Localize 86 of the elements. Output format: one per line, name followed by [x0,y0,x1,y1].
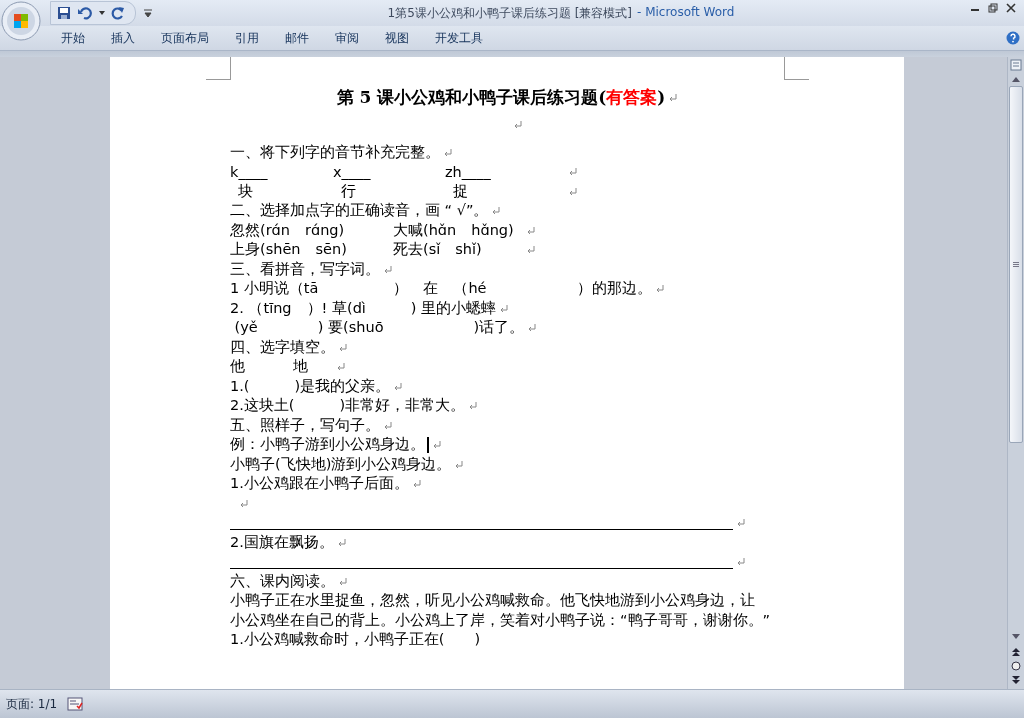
dropdown-icon[interactable] [99,11,105,15]
line-text: 三、看拼音，写字词。 [230,259,380,279]
app-name: - Microsoft Word [637,4,735,21]
paragraph-mark-icon [454,459,464,469]
paragraph-mark-icon [393,381,403,391]
line-text: 1.( )是我的父亲。 [230,376,391,396]
ribbon-tab[interactable]: 邮件 [272,26,322,50]
line-text: 二、选择加点字的正确读音，画 “ √”。 [230,201,489,221]
window-title: 1第5课小公鸡和小鸭子课后练习题 [兼容模式] [387,4,632,22]
paragraph-mark-icon [239,498,248,508]
paragraph-mark-icon [336,537,346,547]
line-text: 小鸭子正在水里捉鱼，忽然，听见小公鸡喊救命。他飞快地游到小公鸡身边，让 [230,591,755,611]
line-text: (yě ) 要(shuō )话了。 [233,318,525,338]
paragraph-mark-icon [568,167,577,177]
paragraph-mark-icon [411,479,421,489]
line-text: 2.国旗在飘扬。 [230,532,334,552]
paragraph-mark-icon [443,147,452,157]
line-text: 2. （tīng ）! 草(dì ) 里的小蟋蟀 [230,298,497,318]
line-text: 例：小鸭子游到小公鸡身边。 [230,435,425,455]
line-text: 1.小公鸡跟在小鸭子后面。 [230,474,409,494]
line-text: 块 [237,181,254,201]
paragraph-mark-icon [491,206,501,216]
line-text: zh____ [445,163,492,180]
previous-page-icon[interactable] [1011,647,1021,657]
line-text: 忽然(rɑ́n rɑ́ng) [230,220,346,240]
line-text: 小公鸡坐在自己的背上。小公鸡上了岸，笑着对小鸭子说：“鸭子哥哥，谢谢你。” [230,610,771,630]
paragraph-mark-icon [568,186,577,196]
ribbon-tab[interactable]: 引用 [222,26,272,50]
ribbon-tab[interactable]: 开始 [48,26,98,50]
line-text: 行 [340,181,357,201]
paragraph-mark-icon [526,225,535,235]
ribbon-tab[interactable]: 视图 [372,26,422,50]
line-text: 2.这块土( )非常好，非常大。 [230,396,466,416]
scroll-up-icon[interactable] [1011,75,1021,83]
paragraph-mark-icon [668,92,678,102]
crop-mark-icon [206,57,231,80]
paragraph-mark-icon [654,284,664,294]
paragraph-mark-icon [432,440,441,450]
ribbon-tab[interactable]: 插入 [98,26,148,50]
line-text: 死去(sǐ shǐ) [393,240,483,260]
line-text: 上身(shēn sēn) [230,240,348,260]
text-cursor [427,436,429,453]
page-count[interactable]: 页面: 1/1 [6,695,58,713]
line-text: x____ [333,163,372,180]
document-title: 第 5 课小公鸡和小鸭子课后练习题(有答案) [336,85,666,109]
line-text: 四、选字填空。 [230,337,335,357]
ruler-toggle-icon[interactable] [1010,59,1022,71]
line-text: 1.小公鸡喊救命时，小鸭子正在( ) [230,630,481,650]
browse-object-icon[interactable] [1011,661,1021,671]
paragraph-mark-icon [513,120,522,130]
redo-icon[interactable] [111,6,125,20]
restore-icon[interactable] [988,3,998,13]
paragraph-mark-icon [336,362,345,372]
line-text: 六、课内阅读。 [230,571,335,591]
line-text: 大喊(hɑ̌n hɑ̌ng) [393,220,515,240]
ribbon-tab[interactable]: 页面布局 [148,26,222,50]
paragraph-mark-icon [468,401,478,411]
next-page-icon[interactable] [1011,675,1021,685]
save-icon[interactable] [57,6,71,20]
crop-mark-icon [784,57,809,80]
line-text: k____ [230,163,269,180]
paragraph-mark-icon [383,264,392,274]
line-text: 小鸭子(飞快地)游到小公鸡身边。 [230,454,452,474]
scroll-thumb[interactable] [1009,86,1023,443]
paragraph-mark-icon [383,420,392,430]
paragraph-mark-icon [527,323,537,333]
line-text: 一、将下列字的音节补充完整。 [230,142,440,162]
ribbon-tab[interactable]: 审阅 [322,26,372,50]
undo-icon[interactable] [77,6,93,20]
ribbon-tab[interactable]: 开发工具 [422,26,496,50]
line-text: 他 [230,357,246,377]
close-icon[interactable] [1006,3,1016,13]
paragraph-mark-icon [338,342,347,352]
help-icon[interactable] [1006,31,1020,45]
customize-dropdown-icon[interactable] [144,9,152,17]
paragraph-mark-icon [338,576,347,586]
line-text: 1 小明说（tā ） 在 （hé ）的那边。 [230,279,652,299]
line-text: 捉 [452,181,469,201]
line-text: 五、照样子，写句子。 [230,415,380,435]
paragraph-mark-icon [736,518,745,528]
paragraph-mark-icon [736,557,745,567]
paragraph-mark-icon [499,303,509,313]
line-text: 地 [293,357,309,377]
paragraph-mark-icon [526,245,535,255]
proofing-icon[interactable] [67,697,84,711]
scroll-down-icon[interactable] [1011,633,1021,641]
